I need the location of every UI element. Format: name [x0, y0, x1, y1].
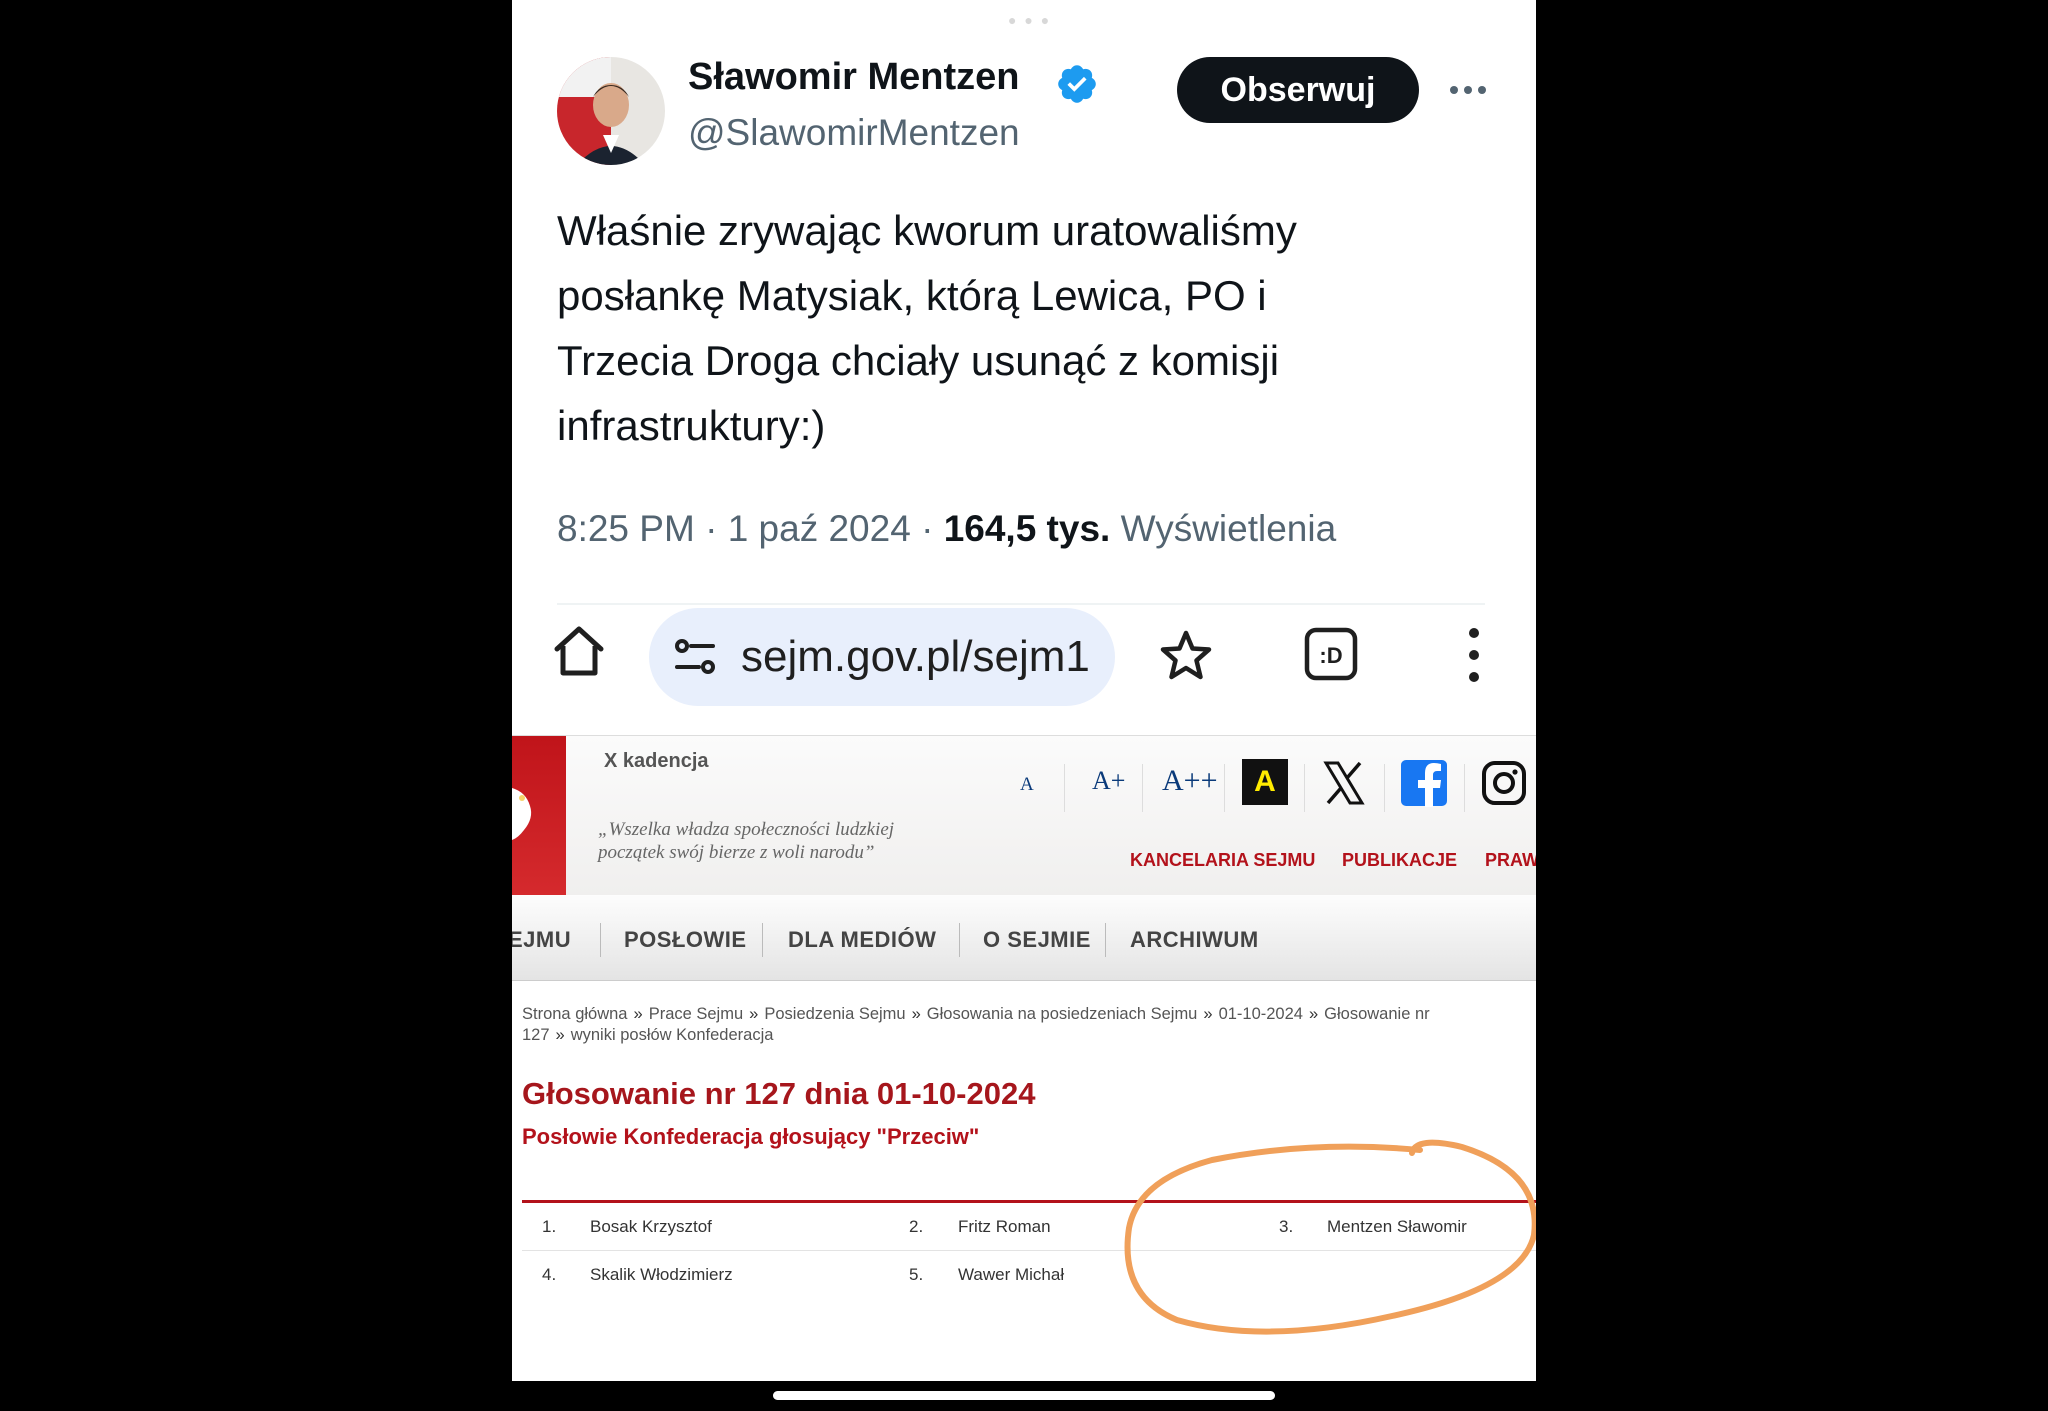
- table-top-border: [522, 1200, 1536, 1203]
- tweet-time[interactable]: 8:25 PM: [557, 508, 695, 549]
- main-nav: EJMU POSŁOWIE DLA MEDIÓW O SEJMIE ARCHIW…: [512, 895, 1536, 981]
- views-label: Wyświetlenia: [1120, 508, 1337, 549]
- tweet-date[interactable]: 1 paź 2024: [728, 508, 911, 549]
- font-size-xlarge-button[interactable]: A++: [1162, 764, 1218, 798]
- breadcrumb-separator: »: [1203, 1005, 1213, 1023]
- table-row-divider: [522, 1250, 1536, 1251]
- page-title: Głosowanie nr 127 dnia 01-10-2024: [522, 1076, 1036, 1111]
- breadcrumb-separator: »: [555, 1026, 565, 1044]
- home-indicator[interactable]: [773, 1391, 1275, 1400]
- nav-item-poslowie[interactable]: POSŁOWIE: [624, 927, 747, 953]
- breadcrumb-link[interactable]: 01-10-2024: [1219, 1005, 1303, 1023]
- meta-separator: ·: [705, 508, 728, 549]
- member-number: 2.: [909, 1217, 924, 1236]
- member-name[interactable]: Bosak Krzysztof: [590, 1217, 712, 1237]
- separator: [600, 923, 601, 957]
- facebook-icon[interactable]: [1400, 759, 1448, 807]
- nav-item-prace-sejmu[interactable]: EJMU: [512, 927, 571, 953]
- separator: [1384, 764, 1385, 812]
- tab-switcher-icon[interactable]: :D: [1303, 626, 1359, 682]
- member-number: 4.: [542, 1265, 557, 1284]
- separator: [1224, 764, 1225, 812]
- separator: [1142, 764, 1143, 812]
- link-publikacje[interactable]: PUBLIKACJE: [1342, 850, 1457, 871]
- nav-item-o-sejmie[interactable]: O SEJMIE: [983, 927, 1091, 953]
- breadcrumb-separator: »: [911, 1005, 921, 1023]
- browser-menu-icon[interactable]: [1462, 625, 1486, 685]
- breadcrumb-separator: »: [749, 1005, 759, 1023]
- site-settings-icon[interactable]: [671, 633, 719, 681]
- separator: [1304, 764, 1305, 812]
- separator: [959, 923, 960, 957]
- svg-text::D: :D: [1319, 643, 1342, 668]
- home-icon[interactable]: [550, 622, 608, 680]
- high-contrast-button[interactable]: A: [1242, 759, 1288, 805]
- divider: [557, 603, 1485, 605]
- breadcrumb-current: wyniki posłów Konfederacja: [570, 1026, 774, 1044]
- kadencja-label: X kadencja: [604, 750, 709, 772]
- member-name[interactable]: Wawer Michał: [958, 1265, 1064, 1285]
- breadcrumb-link[interactable]: Posiedzenia Sejmu: [764, 1005, 905, 1023]
- tweet-meta: 8:25 PM · 1 paź 2024 · 164,5 tys. Wyświe…: [557, 508, 1336, 550]
- breadcrumb-link[interactable]: Prace Sejmu: [649, 1005, 743, 1023]
- member-name[interactable]: Fritz Roman: [958, 1217, 1051, 1237]
- sejm-logo-bar[interactable]: [512, 736, 566, 896]
- font-size-large-button[interactable]: A+: [1092, 766, 1125, 796]
- follow-button[interactable]: Obserwuj: [1177, 57, 1419, 123]
- font-size-normal-button[interactable]: A: [1020, 774, 1034, 796]
- page-subtitle: Posłowie Konfederacja głosujący "Przeciw…: [522, 1124, 980, 1149]
- nav-item-archiwum[interactable]: ARCHIWUM: [1130, 927, 1259, 953]
- author-name[interactable]: Sławomir Mentzen: [688, 56, 1020, 99]
- member-number: 5.: [909, 1265, 924, 1284]
- address-bar[interactable]: sejm.gov.pl/sejm1: [649, 608, 1115, 706]
- member-number: 3.: [1279, 1217, 1294, 1236]
- more-options-icon[interactable]: [1444, 72, 1492, 108]
- breadcrumb-link[interactable]: Strona główna: [522, 1005, 628, 1023]
- separator: [762, 923, 763, 957]
- separator: [1105, 923, 1106, 957]
- verified-badge-icon: [1058, 65, 1096, 103]
- member-name[interactable]: Skalik Włodzimierz: [590, 1265, 733, 1285]
- url-text[interactable]: sejm.gov.pl/sejm1: [741, 632, 1090, 682]
- member-number: 1.: [542, 1217, 557, 1236]
- views-count: 164,5 tys.: [943, 508, 1111, 549]
- bookmark-star-icon[interactable]: [1158, 628, 1214, 684]
- link-prawo[interactable]: PRAW: [1485, 850, 1536, 871]
- avatar[interactable]: [557, 57, 665, 165]
- author-handle[interactable]: @SlawomirMentzen: [688, 112, 1020, 154]
- breadcrumb: Strona główna » Prace Sejmu » Posiedzenia Se…: [522, 1004, 1522, 1046]
- drag-handle[interactable]: ● ● ●: [1008, 12, 1051, 28]
- nav-item-dla-mediow[interactable]: DLA MEDIÓW: [788, 927, 936, 953]
- sejm-header: X kadencja „Wszelka władza społeczności …: [512, 735, 1536, 896]
- link-kancelaria-sejmu[interactable]: KANCELARIA SEJMU: [1130, 850, 1315, 871]
- eagle-emblem-icon: [512, 788, 532, 840]
- tweet-text: Właśnie zrywając kworum uratowaliśmy pos…: [557, 207, 1297, 449]
- member-name[interactable]: Mentzen Sławomir: [1327, 1217, 1467, 1237]
- breadcrumb-separator: »: [633, 1005, 643, 1023]
- separator: [1464, 764, 1465, 812]
- breadcrumb-separator: »: [1308, 1005, 1319, 1023]
- screenshot-panel: ● ● ● Sławomir Mentzen @SlawomirMentzen …: [512, 0, 1536, 1381]
- breadcrumb-link[interactable]: Głosowania na posiedzeniach Sejmu: [927, 1005, 1198, 1023]
- sejm-motto: „Wszelka władza społeczności ludzkiej po…: [598, 819, 895, 863]
- x-twitter-icon[interactable]: [1320, 759, 1368, 807]
- separator: [1064, 764, 1065, 812]
- meta-separator: ·: [921, 508, 944, 549]
- instagram-icon[interactable]: [1480, 759, 1528, 807]
